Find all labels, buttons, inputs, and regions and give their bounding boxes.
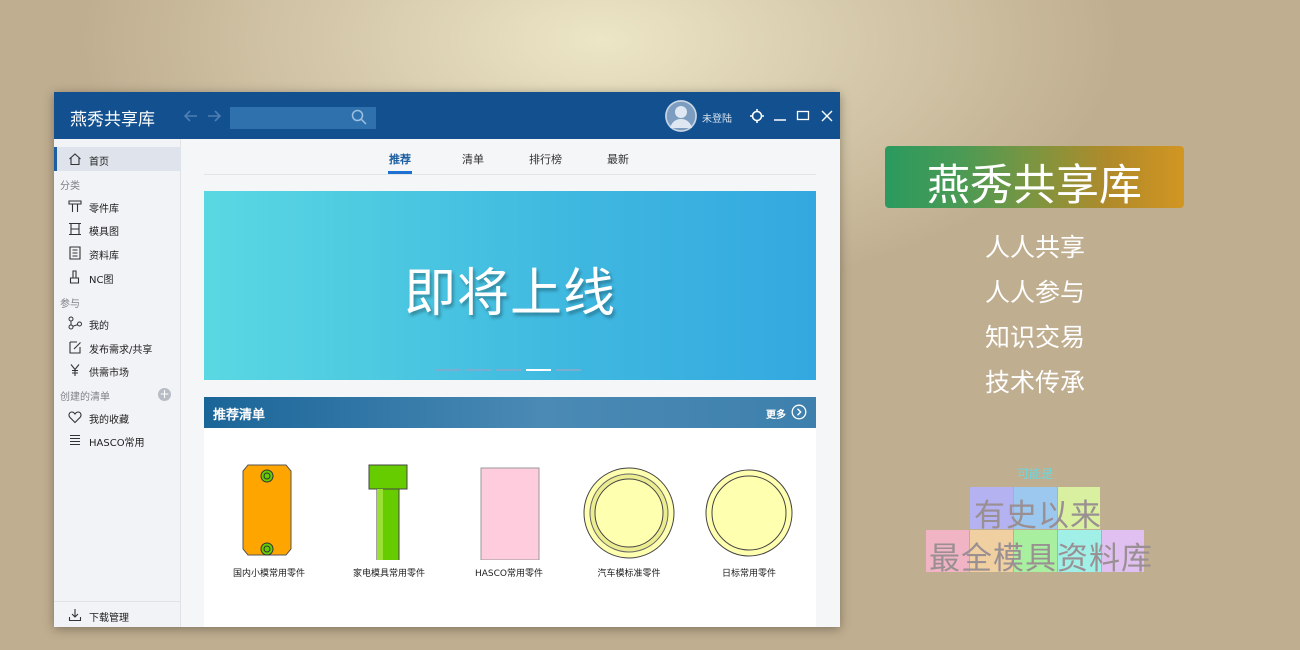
title-bar: 燕秀共享库 未登陆 — [54, 92, 840, 139]
active-tab-indicator — [388, 171, 412, 174]
user-icon — [665, 100, 697, 132]
sidebar-item-mine[interactable]: 我的 — [54, 311, 180, 335]
card-caption: HASCO常用零件 — [474, 569, 543, 579]
list-card[interactable]: HASCO常用零件 — [449, 460, 569, 580]
sidebar-bottom: 下载管理 — [54, 601, 180, 627]
mold-icon — [69, 222, 81, 236]
sidebar-item-mold-drawing[interactable]: 模具图 — [54, 217, 180, 241]
list-card[interactable]: 日标常用零件 — [689, 460, 809, 580]
tab-lists[interactable]: 清单 — [462, 151, 484, 167]
home-icon — [69, 153, 81, 166]
app-window: 燕秀共享库 未登陆 首页 分类 零件库 模具图 资料库 NC图 参与 我的 发布… — [54, 92, 840, 627]
list-card[interactable]: 家电模具常用零件 — [329, 460, 449, 580]
banner-dot[interactable] — [466, 369, 491, 371]
sidebar-item-home[interactable]: 首页 — [54, 147, 183, 171]
brand-banner: 燕秀共享库 — [885, 146, 1184, 208]
slogan: 人人参与 — [984, 278, 1085, 307]
ring-part-icon — [583, 467, 675, 559]
sidebar-item-label: 我的收藏 — [89, 415, 129, 426]
list-card[interactable]: 汽车模标准零件 — [569, 460, 689, 580]
nc-icon — [69, 270, 80, 284]
recommend-list: 国内小模常用零件 家电模具常用零件 HASCO常用零件 汽车模标准零件 日标常用… — [204, 428, 816, 627]
tab-ranking[interactable]: 排行榜 — [529, 151, 562, 167]
app-title: 燕秀共享库 — [70, 110, 155, 130]
close-icon[interactable] — [819, 108, 835, 124]
sidebar-section-created-lists: 创建的清单 — [60, 392, 110, 403]
sidebar-item-downloads[interactable]: 下载管理 — [54, 603, 180, 627]
edit-icon — [69, 341, 81, 354]
banner-dot-active[interactable] — [526, 369, 551, 371]
sidebar-item-market[interactable]: 供需市场 — [54, 358, 180, 382]
slogan: 人人共享 — [984, 233, 1085, 262]
sidebar-item-hasco[interactable]: HASCO常用 — [54, 428, 180, 452]
tagline-2: 最全模具资料库 — [929, 541, 1153, 577]
minimize-icon[interactable] — [772, 108, 788, 124]
chevron-right-circle-icon[interactable] — [791, 404, 807, 420]
sidebar-section-category: 分类 — [60, 181, 80, 192]
banner-text: 即将上线 — [403, 264, 616, 324]
avatar[interactable] — [665, 100, 697, 132]
sidebar-item-parts[interactable]: 零件库 — [54, 194, 180, 218]
brand-title: 燕秀共享库 — [927, 161, 1142, 208]
list-card[interactable]: 国内小模常用零件 — [209, 460, 329, 580]
sidebar-item-favorites[interactable]: 我的收藏 — [54, 405, 180, 429]
sidebar-item-documents[interactable]: 资料库 — [54, 241, 180, 265]
back-arrow-icon[interactable] — [182, 107, 200, 125]
plate-part-icon — [242, 464, 292, 556]
tab-newest[interactable]: 最新 — [607, 151, 629, 167]
card-caption: 日标常用零件 — [721, 569, 776, 579]
block-part-icon — [480, 467, 540, 560]
sidebar-item-label: HASCO常用 — [89, 438, 145, 449]
banner-dot[interactable] — [496, 369, 521, 371]
main-content: 推荐 清单 排行榜 最新 即将上线 推荐清单 更多 国内小模常用零件 家电模具常… — [181, 139, 840, 627]
maybe-label: 可能是 — [1016, 467, 1053, 481]
disc-part-icon — [705, 469, 793, 557]
heart-icon — [68, 411, 82, 424]
sidebar-item-nc[interactable]: NC图 — [54, 265, 180, 289]
sidebar-item-label: NC图 — [89, 275, 114, 286]
recommend-header: 推荐清单 更多 — [204, 397, 816, 428]
tab-bar: 推荐 清单 排行榜 最新 — [204, 139, 816, 175]
forward-arrow-icon[interactable] — [205, 107, 223, 125]
sidebar-item-label: 供需市场 — [89, 368, 129, 379]
more-link[interactable]: 更多 — [766, 406, 786, 421]
card-caption: 汽车模标准零件 — [597, 569, 661, 579]
banner-dot[interactable] — [556, 369, 581, 371]
card-caption: 国内小模常用零件 — [232, 569, 305, 579]
list-icon — [70, 434, 80, 446]
sidebar-item-label: 发布需求/共享 — [89, 345, 153, 356]
sidebar-section-participate: 参与 — [60, 299, 80, 310]
banner[interactable]: 即将上线 — [204, 191, 816, 380]
sidebar-item-label: 零件库 — [89, 204, 119, 215]
sidebar-item-label: 我的 — [89, 321, 109, 332]
sidebar-item-publish[interactable]: 发布需求/共享 — [54, 335, 180, 359]
login-status[interactable]: 未登陆 — [702, 110, 732, 125]
tagline-row-2: 最全模具资料库 — [926, 530, 1152, 577]
card-caption: 家电模具常用零件 — [352, 569, 425, 579]
search-icon[interactable] — [350, 108, 368, 126]
settings-icon[interactable] — [749, 108, 765, 124]
document-icon — [69, 246, 81, 260]
maximize-icon[interactable] — [795, 108, 811, 124]
download-icon — [68, 609, 82, 622]
pin-part-icon — [368, 464, 408, 560]
sidebar-item-label: 模具图 — [89, 227, 119, 238]
yen-icon — [70, 364, 80, 376]
recommend-title: 推荐清单 — [213, 408, 266, 423]
slogan: 知识交易 — [984, 323, 1085, 352]
tab-recommend[interactable]: 推荐 — [389, 151, 411, 167]
share-nodes-icon — [68, 316, 82, 330]
part-icon — [68, 200, 82, 212]
sidebar-item-label: 首页 — [89, 157, 109, 168]
sidebar-item-label: 资料库 — [89, 251, 119, 262]
tagline-row-1: 有史以来 — [970, 487, 1101, 534]
slogan: 技术传承 — [984, 368, 1085, 397]
tagline-1: 有史以来 — [974, 498, 1102, 534]
sidebar-item-label: 下载管理 — [89, 613, 129, 624]
sidebar: 首页 分类 零件库 模具图 资料库 NC图 参与 我的 发布需求/共享 供需市场… — [54, 139, 183, 627]
banner-dot[interactable] — [436, 369, 461, 371]
add-list-icon[interactable]: + — [158, 388, 171, 401]
